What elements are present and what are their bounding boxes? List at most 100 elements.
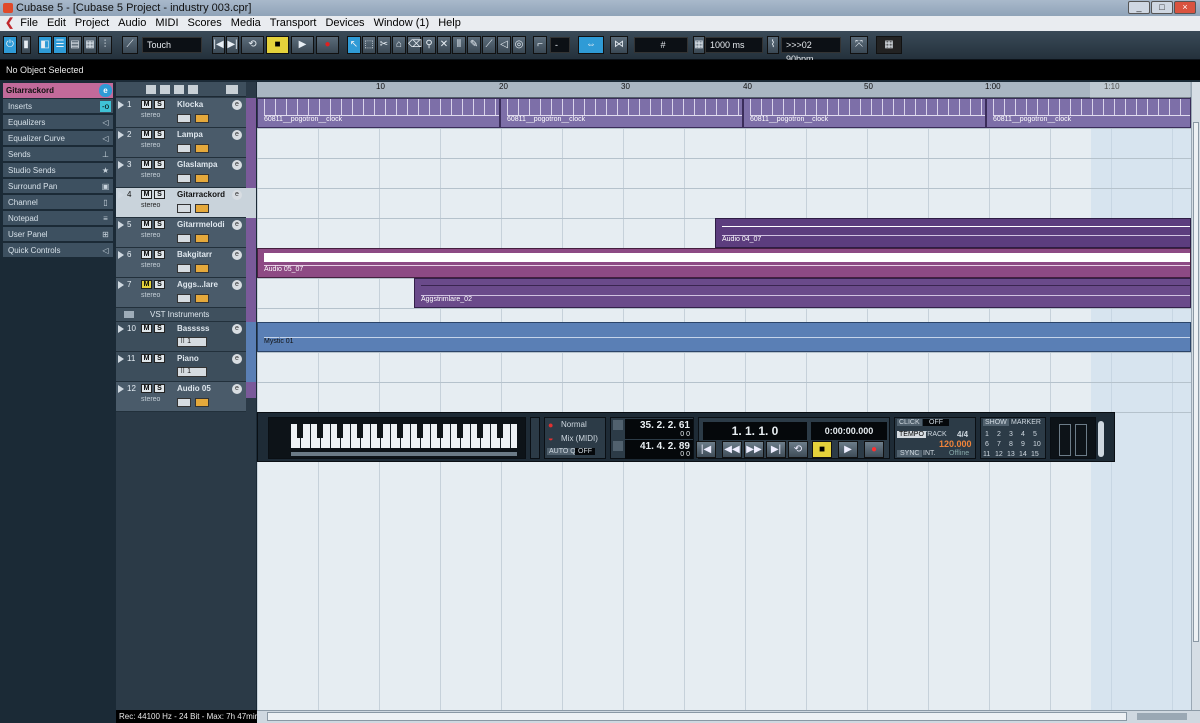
marker-13[interactable]: 13 <box>1007 451 1015 458</box>
record-enable-button[interactable] <box>195 234 209 243</box>
channel-number-box[interactable]: ⠿ 1 <box>177 337 207 347</box>
inserts-icon[interactable]: -o <box>100 101 111 112</box>
notepad-icon[interactable]: ≡ <box>100 213 111 224</box>
marker-1[interactable]: 1 <box>985 431 989 438</box>
track-row[interactable]: 5 MS Gitarrmelodi e stereo <box>116 218 246 248</box>
track-name[interactable]: Piano <box>177 354 199 363</box>
goto-end-button[interactable]: ▶| <box>766 441 786 458</box>
line-tool[interactable]: ⟋ <box>482 36 496 54</box>
inspector-surround-pan[interactable]: Surround Pan ▣ <box>3 179 113 194</box>
signature-display[interactable]: 4/4 <box>957 430 968 439</box>
grid-type-select[interactable]: # <box>634 37 688 53</box>
quick-controls-icon[interactable]: ◁ <box>100 245 111 256</box>
infoline-toggle-button[interactable]: ☰ <box>53 36 67 54</box>
range-select-tool[interactable]: ⬚ <box>362 36 376 54</box>
marker-4[interactable]: 4 <box>1021 431 1025 438</box>
snap-button[interactable]: ⇔ <box>578 36 604 54</box>
minimize-button[interactable]: _ <box>1128 1 1150 14</box>
menu-devices[interactable]: Devices <box>325 17 364 29</box>
eq-curve-icon[interactable]: ◁ <box>100 133 111 144</box>
inspector-track-header[interactable]: Gitarrackord e <box>3 83 113 98</box>
split-tool[interactable]: ✂ <box>377 36 391 54</box>
draw-tool[interactable]: ✎ <box>467 36 481 54</box>
snap-type-select[interactable]: - <box>550 37 570 53</box>
mute-button[interactable]: M <box>141 220 152 229</box>
menu-project[interactable]: Project <box>75 17 109 29</box>
audio-event[interactable]: Audio 05_07 <box>257 248 1191 278</box>
track-row[interactable]: 3 MS Glaslampa e stereo <box>116 158 246 188</box>
monitor-button[interactable] <box>177 204 191 213</box>
grid-value-select[interactable]: 1000 ms <box>705 37 763 53</box>
track-controls-icon[interactable] <box>226 85 238 94</box>
record-button[interactable]: ● <box>864 441 884 458</box>
record-enable-button[interactable] <box>195 174 209 183</box>
click-state[interactable]: OFF <box>923 419 949 426</box>
tempo-display[interactable]: 120.000 <box>939 439 972 449</box>
mute-button[interactable]: M <box>141 324 152 333</box>
menu-audio[interactable]: Audio <box>118 17 146 29</box>
track-name[interactable]: Audio 05 <box>177 384 211 393</box>
menu-file[interactable]: File <box>20 17 38 29</box>
edit-channel-icon[interactable]: e <box>232 354 242 364</box>
zoom-slider[interactable] <box>1137 713 1187 720</box>
track-row[interactable]: 7 MS Aggs...lare e stereo <box>116 278 246 308</box>
midi-record-mode-select[interactable]: Mix (MIDI) <box>561 434 598 443</box>
expand-icon[interactable] <box>118 281 124 289</box>
menu-midi[interactable]: MIDI <box>155 17 178 29</box>
record-mode-select[interactable]: Normal <box>561 420 587 429</box>
left-locator-icon[interactable] <box>613 420 623 430</box>
solo-button[interactable]: S <box>154 160 165 169</box>
edit-channel-icon[interactable]: e <box>232 190 242 200</box>
record-enable-button[interactable] <box>195 204 209 213</box>
marker-3[interactable]: 3 <box>1009 431 1013 438</box>
expand-icon[interactable] <box>118 131 124 139</box>
snap-zero-button[interactable]: ⋈ <box>610 36 628 54</box>
position-bars-display[interactable]: 1. 1. 1. 0 <box>703 422 807 440</box>
audio-event[interactable]: 60811__pogotron__clock <box>986 98 1191 128</box>
scroll-thumb[interactable] <box>1193 122 1199 642</box>
track-name[interactable]: Aggs...lare <box>177 280 218 289</box>
constrain-delay-button[interactable]: ▮ <box>21 36 31 54</box>
record-enable-button[interactable] <box>195 294 209 303</box>
monitor-button[interactable] <box>177 398 191 407</box>
inspector-edit-icon[interactable]: e <box>99 84 112 97</box>
keyboard-velocity-bar[interactable] <box>291 452 517 456</box>
play-tool[interactable]: ◁ <box>497 36 511 54</box>
horizontal-scrollbar[interactable] <box>257 710 1200 723</box>
pool-button[interactable]: ▦ <box>83 36 97 54</box>
tempo-preset-select[interactable]: >>>02 90bpm <box>781 37 841 64</box>
automation-mode-icon[interactable]: ⟋ <box>122 36 138 54</box>
monitor-button[interactable] <box>177 264 191 273</box>
menu-help[interactable]: Help <box>438 17 461 29</box>
channel-number-box[interactable]: ⠿ 1 <box>177 367 207 377</box>
marker-11[interactable]: 11 <box>983 451 990 458</box>
play-button[interactable]: ▶ <box>838 441 858 458</box>
edit-channel-icon[interactable]: e <box>232 160 242 170</box>
object-select-tool[interactable]: ↖ <box>347 36 361 54</box>
right-locator-icon[interactable] <box>613 441 623 451</box>
nudge-button[interactable]: ⤧ <box>850 36 868 54</box>
instrument-track-row[interactable]: 11 MS Piano e ⠿ 1 <box>116 352 246 382</box>
edit-channel-icon[interactable]: e <box>232 250 242 260</box>
expand-icon[interactable] <box>118 325 124 333</box>
instrument-track-row[interactable]: 10 MS Basssss e ⠿ 1 <box>116 322 246 352</box>
goto-end-button[interactable]: ▶| <box>226 36 239 54</box>
track-row[interactable]: 6 MS Bakgitarr e stereo <box>116 248 246 278</box>
marker-10[interactable]: 10 <box>1033 441 1041 448</box>
stop-button[interactable]: ■ <box>812 441 832 458</box>
marker-12[interactable]: 12 <box>995 451 1003 458</box>
sync-button[interactable]: SYNC <box>897 450 923 457</box>
mute-button[interactable]: M <box>141 250 152 259</box>
track-name[interactable]: Gitarrackord <box>177 190 225 199</box>
global-solo-icon[interactable] <box>160 85 170 94</box>
track-row[interactable]: 12 MS Audio 05 e stereo <box>116 382 246 412</box>
track-name[interactable]: Gitarrmelodi <box>177 220 225 229</box>
track-name[interactable]: Klocka <box>177 100 203 109</box>
inspector-channel[interactable]: Channel ▯ <box>3 195 113 210</box>
forward-button[interactable]: ▶▶ <box>744 441 764 458</box>
mute-button[interactable]: M <box>141 190 152 199</box>
time-ruler[interactable]: 10 20 30 40 50 1:00 1:10 <box>257 82 1191 98</box>
mute-button[interactable]: M <box>141 354 152 363</box>
automation-mode-select[interactable]: Touch <box>142 37 202 53</box>
record-enable-button[interactable] <box>195 144 209 153</box>
